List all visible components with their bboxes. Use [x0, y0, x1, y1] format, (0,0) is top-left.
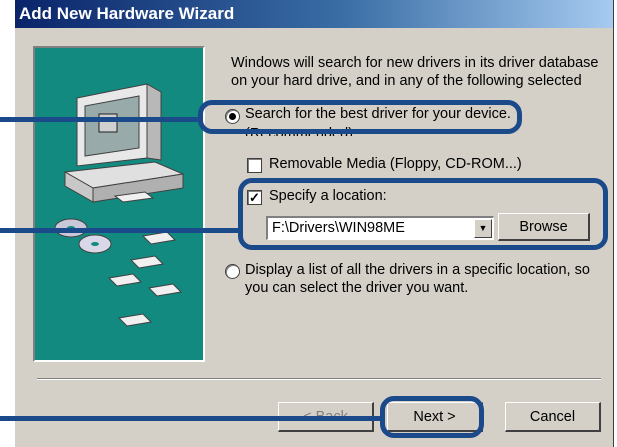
callout-line-2: [0, 228, 240, 233]
highlight-next-button: [380, 396, 484, 438]
wizard-illustration: [33, 46, 205, 362]
computer-icon: [63, 83, 185, 203]
removable-media-label: Removable Media (Floppy, CD-ROM...): [269, 156, 522, 172]
floppy-icon: [107, 231, 183, 327]
highlight-search-best: [198, 100, 522, 134]
separator: [37, 378, 601, 380]
callout-line-3: [0, 416, 382, 421]
title-bar: Add New Hardware Wizard: [15, 0, 613, 28]
cd-icon: [54, 218, 112, 254]
callout-line-1: [0, 117, 200, 122]
cancel-button[interactable]: Cancel: [505, 402, 601, 432]
removable-media-checkbox[interactable]: [247, 158, 262, 173]
highlight-specify-location: [238, 178, 608, 250]
window-title: Add New Hardware Wizard: [19, 4, 235, 23]
display-list-label: Display a list of all the drivers in a s…: [245, 262, 590, 296]
intro-text: Windows will search for new drivers in i…: [231, 55, 599, 89]
display-list-radio[interactable]: [225, 264, 240, 279]
